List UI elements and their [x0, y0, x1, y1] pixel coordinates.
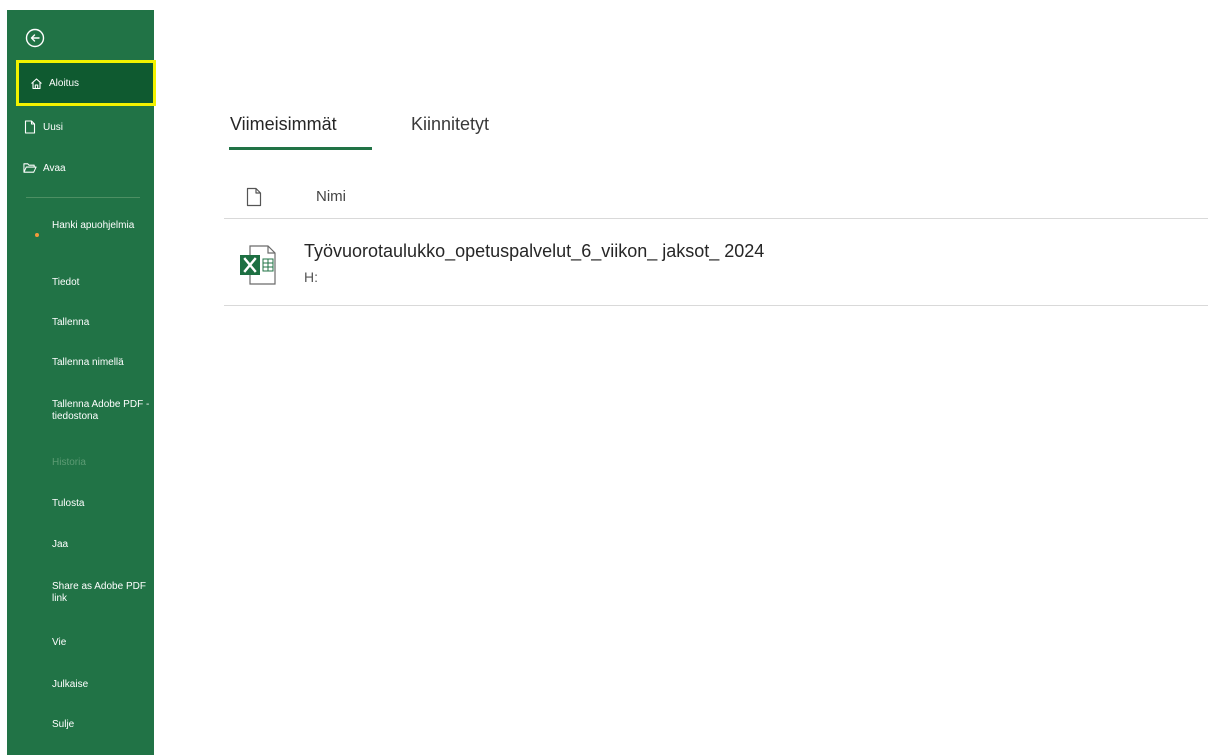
file-path: H: [304, 269, 318, 285]
update-dot-icon [35, 233, 39, 237]
home-icon [29, 76, 43, 90]
sidebar-item-uusi[interactable]: Uusi [7, 112, 154, 142]
sidebar-item-avaa[interactable]: Avaa [7, 153, 154, 183]
sidebar-item-label: Aloitus [49, 77, 80, 89]
active-tab-indicator [229, 147, 372, 150]
sidebar-item-share-adobe-pdf-link[interactable]: Share as Adobe PDF link [52, 581, 152, 605]
back-button[interactable] [24, 27, 46, 49]
sidebar-item-aloitus[interactable]: Aloitus [16, 60, 156, 106]
sidebar-item-tallenna-nimella[interactable]: Tallenna nimellä [52, 357, 152, 369]
excel-backstage: Aloitus Uusi Avaa Hanki apuohjelmia Tied… [0, 0, 1208, 755]
back-arrow-circle-icon [25, 28, 45, 48]
sidebar-item-historia: Historia [52, 457, 86, 468]
sidebar-item-label: Avaa [43, 162, 66, 174]
file-type-icon [246, 187, 262, 207]
backstage-sidebar: Aloitus Uusi Avaa Hanki apuohjelmia Tied… [7, 10, 156, 755]
excel-file-icon [238, 243, 278, 287]
file-list-header: Nimi [224, 178, 1208, 219]
new-document-icon [23, 120, 37, 134]
recent-file-row[interactable]: Työvuorotaulukko_opetuspalvelut_6_viikon… [224, 219, 1208, 306]
open-folder-icon [23, 161, 37, 175]
tab-kiinnitetyt[interactable]: Kiinnitetyt [411, 114, 489, 135]
sidebar-divider [26, 197, 140, 198]
sidebar-item-tiedot[interactable]: Tiedot [52, 277, 152, 289]
sidebar-item-label: Uusi [43, 121, 64, 133]
sidebar-item-sulje[interactable]: Sulje [52, 719, 152, 731]
sidebar-item-tallenna-adobe-pdf[interactable]: Tallenna Adobe PDF -tiedostona [52, 399, 152, 423]
sidebar-item-vie[interactable]: Vie [52, 637, 152, 649]
sidebar-item-hanki-apuohjelmia[interactable]: Hanki apuohjelmia [52, 220, 152, 232]
tab-viimeisimmat[interactable]: Viimeisimmät [230, 114, 337, 135]
sidebar-item-jaa[interactable]: Jaa [52, 539, 152, 551]
file-name[interactable]: Työvuorotaulukko_opetuspalvelut_6_viikon… [304, 241, 764, 262]
sidebar-item-julkaise[interactable]: Julkaise [52, 679, 152, 691]
sidebar-item-tulosta[interactable]: Tulosta [52, 498, 152, 510]
column-header-name[interactable]: Nimi [316, 188, 346, 205]
sidebar-item-tallenna[interactable]: Tallenna [52, 317, 152, 329]
